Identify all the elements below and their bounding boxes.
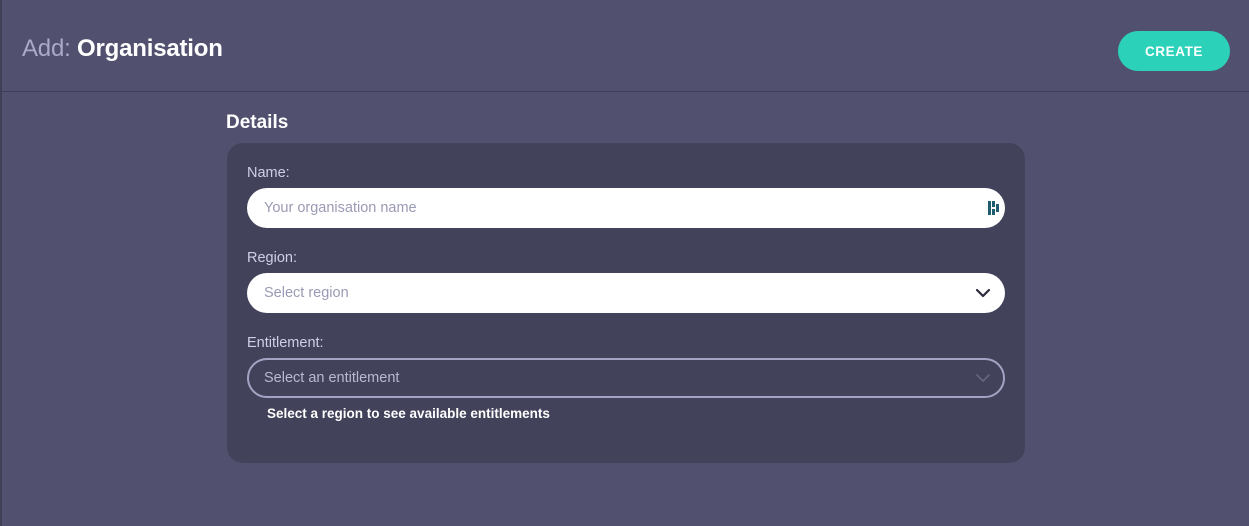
entitlement-select-placeholder: Select an entitlement	[264, 370, 400, 386]
region-select[interactable]: Select region	[247, 273, 1005, 313]
chevron-down-icon	[975, 371, 991, 385]
entitlement-helper-text: Select a region to see available entitle…	[267, 406, 550, 421]
password-manager-icon[interactable]	[988, 200, 1000, 216]
name-input[interactable]: Your organisation name	[247, 188, 1005, 228]
page: Add: Organisation CREATE Details Name: Y…	[0, 0, 1249, 526]
title-prefix: Add:	[22, 35, 71, 62]
title-main: Organisation	[77, 35, 223, 62]
entitlement-select[interactable]: Select an entitlement	[247, 358, 1005, 398]
region-label: Region:	[247, 250, 297, 266]
region-select-placeholder: Select region	[264, 285, 349, 301]
name-input-placeholder: Your organisation name	[264, 200, 417, 216]
name-label: Name:	[247, 165, 290, 181]
create-button[interactable]: CREATE	[1118, 31, 1230, 71]
page-title: Add: Organisation	[22, 34, 223, 64]
details-card: Name: Your organisation name Region: Sel…	[227, 143, 1025, 463]
entitlement-label: Entitlement:	[247, 335, 324, 351]
chevron-down-icon	[975, 286, 991, 300]
section-title-details: Details	[226, 112, 289, 133]
page-header: Add: Organisation CREATE	[2, 0, 1249, 92]
